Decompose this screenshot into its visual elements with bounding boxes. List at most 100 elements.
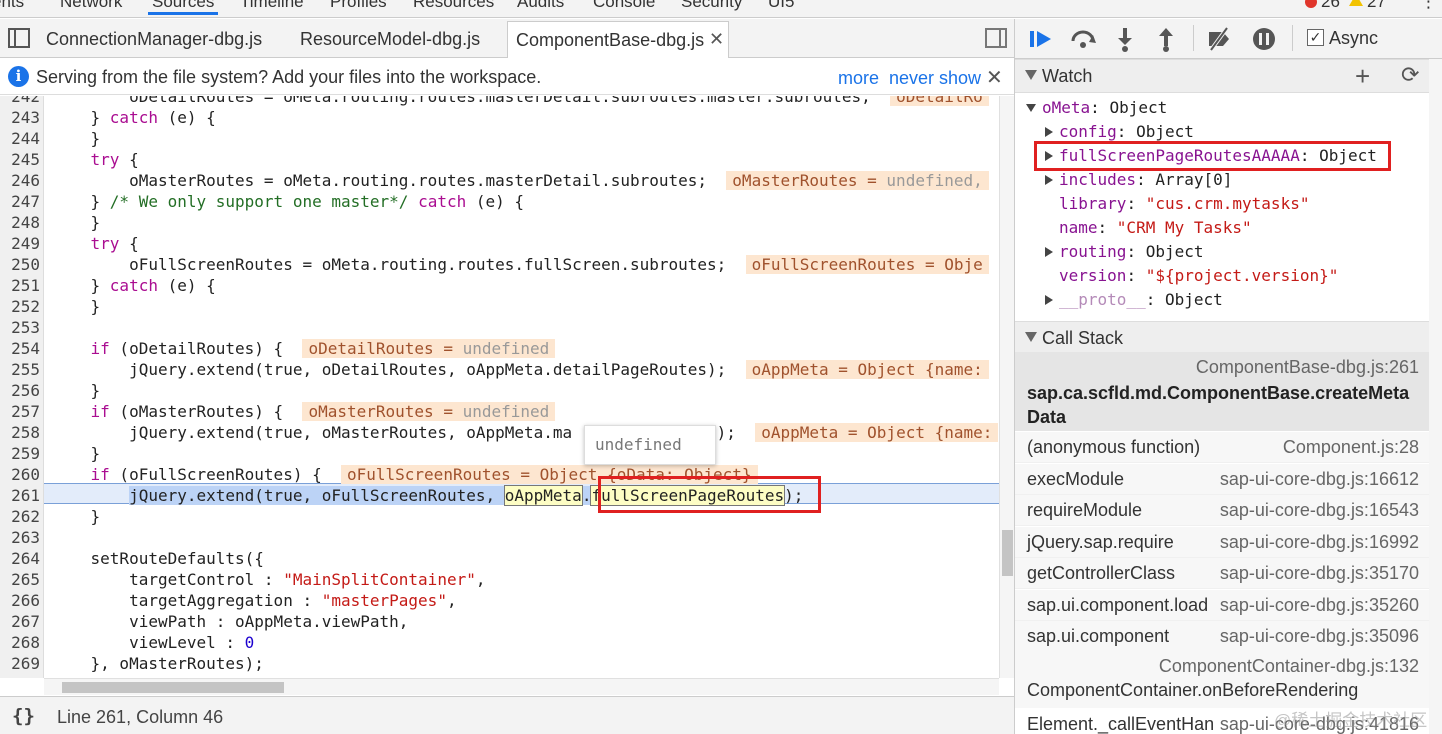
code-line[interactable]: 249 try { [0, 233, 1000, 254]
call-frame[interactable]: getControllerClass sap-ui-core-dbg.js:351… [1015, 558, 1442, 589]
scrollbar-thumb[interactable] [62, 682, 284, 693]
navigator-toggle-icon[interactable] [8, 28, 30, 48]
code-line[interactable]: 256 } [0, 380, 1000, 401]
expand-arrow-icon[interactable] [1045, 295, 1053, 305]
expand-arrow-icon[interactable] [1026, 104, 1036, 112]
line-number[interactable]: 245 [0, 149, 40, 170]
line-number[interactable]: 268 [0, 632, 40, 653]
code-line[interactable]: 261 jQuery.extend(true, oFullScreenRoute… [0, 485, 1000, 506]
code-line[interactable]: 242 oDetailRoutes = oMeta.routing.routes… [0, 96, 1000, 107]
line-number[interactable]: 258 [0, 422, 40, 443]
panel-tab-audits[interactable]: Audits [517, 0, 564, 12]
watch-property[interactable]: library: "cus.crm.mytasks" [1015, 192, 1442, 216]
error-icon[interactable] [1305, 0, 1317, 8]
code-line[interactable]: 262 } [0, 506, 1000, 527]
pause-on-exceptions-icon[interactable] [1250, 25, 1278, 53]
call-frame[interactable]: (anonymous function) Component.js:28 [1015, 432, 1442, 463]
line-number[interactable]: 242 [0, 96, 40, 107]
line-number[interactable]: 243 [0, 107, 40, 128]
code-line[interactable]: 253 [0, 317, 1000, 338]
code-line[interactable]: 254 if (oDetailRoutes) { oDetailRoutes =… [0, 338, 1000, 359]
step-into-icon[interactable] [1111, 25, 1139, 53]
line-number[interactable]: 251 [0, 275, 40, 296]
line-number[interactable]: 263 [0, 527, 40, 548]
refresh-watch-icon[interactable]: ⟳ [1401, 62, 1419, 88]
line-number[interactable]: 264 [0, 548, 40, 569]
line-number[interactable]: 256 [0, 380, 40, 401]
line-number[interactable]: 270 [0, 674, 40, 678]
line-number[interactable]: 265 [0, 569, 40, 590]
watch-property[interactable]: name: "CRM My Tasks" [1015, 216, 1442, 240]
panel-tab-elements[interactable]: ents [0, 0, 24, 12]
infobar-more-link[interactable]: more [838, 68, 879, 89]
resume-icon[interactable] [1027, 25, 1055, 53]
panel-tab-timeline[interactable]: Timeline [240, 0, 304, 12]
warning-icon[interactable] [1349, 0, 1363, 6]
panel-tab-sources[interactable]: Sources [147, 0, 219, 15]
expand-arrow-icon[interactable] [1045, 175, 1053, 185]
line-number[interactable]: 255 [0, 359, 40, 380]
watch-property[interactable]: includes: Array[0] [1015, 168, 1442, 192]
editor-horizontal-scrollbar[interactable] [44, 678, 999, 695]
line-number[interactable]: 262 [0, 506, 40, 527]
close-tab-icon[interactable]: ✕ [709, 29, 724, 50]
deactivate-breakpoints-icon[interactable] [1205, 25, 1233, 53]
watch-property[interactable]: version: "${project.version}" [1015, 264, 1442, 288]
error-count[interactable]: 26 [1321, 0, 1340, 12]
collapse-triangle-icon[interactable] [1025, 70, 1037, 80]
file-tab-resource-model[interactable]: ResourceModel-dbg.js [300, 29, 480, 50]
step-over-icon[interactable] [1069, 25, 1097, 53]
code-line[interactable]: 260 if (oFullScreenRoutes) { oFullScreen… [0, 464, 1000, 485]
line-number[interactable]: 248 [0, 212, 40, 233]
call-frame[interactable]: jQuery.sap.require sap-ui-core-dbg.js:169… [1015, 526, 1442, 558]
collapse-triangle-icon[interactable] [1025, 332, 1037, 342]
code-line[interactable]: 269 }, oMasterRoutes); [0, 653, 1000, 674]
code-line[interactable]: 258 jQuery.extend(true, oMasterRoutes, o… [0, 422, 1000, 443]
code-line[interactable]: 267 viewPath : oAppMeta.viewPath, [0, 611, 1000, 632]
expand-arrow-icon[interactable] [1045, 247, 1053, 257]
code-line[interactable]: 246 oMasterRoutes = oMeta.routing.routes… [0, 170, 1000, 191]
code-line[interactable]: 268 viewLevel : 0 [0, 632, 1000, 653]
file-tab-component-base[interactable]: ComponentBase-dbg.js ✕ [507, 21, 729, 58]
code-line[interactable]: 252 } [0, 296, 1000, 317]
code-line[interactable]: 245 try { [0, 149, 1000, 170]
editor-vertical-scrollbar[interactable] [999, 96, 1014, 678]
line-number[interactable]: 252 [0, 296, 40, 317]
code-line[interactable]: 264 setRouteDefaults({ [0, 548, 1000, 569]
line-number[interactable]: 260 [0, 464, 40, 485]
code-line[interactable]: 259 } [0, 443, 1000, 464]
code-line[interactable]: 265 targetControl : "MainSplitContainer"… [0, 569, 1000, 590]
panel-tab-profiles[interactable]: Profiles [330, 0, 387, 12]
code-line[interactable]: 243 } catch (e) { [0, 107, 1000, 128]
line-number[interactable]: 267 [0, 611, 40, 632]
line-number[interactable]: 257 [0, 401, 40, 422]
call-frame[interactable]: sap.ui.component sap-ui-core-dbg.js:35096 [1015, 621, 1442, 652]
line-number[interactable]: 246 [0, 170, 40, 191]
code-line[interactable]: 244 } [0, 128, 1000, 149]
code-editor[interactable]: 242 oDetailRoutes = oMeta.routing.routes… [0, 96, 1000, 678]
line-number[interactable]: 249 [0, 233, 40, 254]
step-out-icon[interactable] [1152, 25, 1180, 53]
pretty-print-button[interactable]: {} [12, 705, 35, 727]
call-frame[interactable]: requireModule sap-ui-core-dbg.js:16543 [1015, 495, 1442, 526]
call-frame[interactable]: execModule sap-ui-core-dbg.js:16612 [1015, 463, 1442, 495]
watch-property[interactable]: routing: Object [1015, 240, 1442, 264]
call-frame[interactable]: sap.ui.component.load sap-ui-core-dbg.js:… [1015, 589, 1442, 621]
line-number[interactable]: 254 [0, 338, 40, 359]
line-number[interactable]: 261 [0, 485, 40, 506]
debugger-pane-toggle-icon[interactable] [985, 28, 1007, 48]
call-frame-selected[interactable]: ComponentBase-dbg.js:261 sap.ca.scfld.md… [1015, 352, 1442, 431]
line-number[interactable]: 266 [0, 590, 40, 611]
sidebar-vertical-scrollbar[interactable] [1429, 59, 1442, 734]
line-number[interactable]: 247 [0, 191, 40, 212]
code-line[interactable]: 263 [0, 527, 1000, 548]
panel-tab-security[interactable]: Security [681, 0, 742, 12]
panel-tab-network[interactable]: Network [60, 0, 122, 12]
line-number[interactable]: 250 [0, 254, 40, 275]
call-stack-section-header[interactable]: Call Stack [1015, 321, 1442, 355]
code-line[interactable]: 266 targetAggregation : "masterPages", [0, 590, 1000, 611]
watch-root-expression[interactable]: oMeta: Object [1015, 96, 1442, 120]
watch-section-header[interactable]: Watch + ⟳ [1015, 59, 1442, 93]
panel-tab-resources[interactable]: Resources [413, 0, 494, 12]
scrollbar-thumb[interactable] [1002, 530, 1013, 576]
